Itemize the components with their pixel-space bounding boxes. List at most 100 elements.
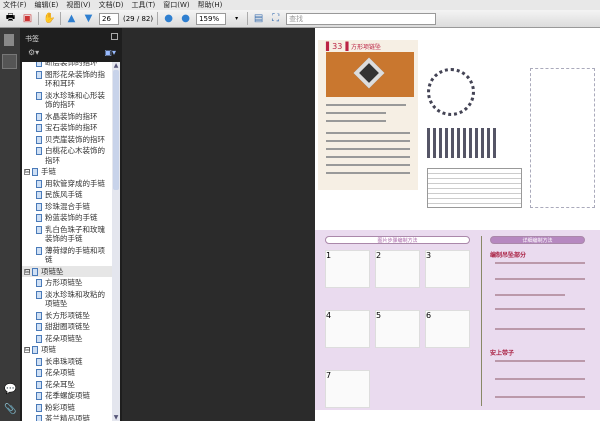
bookmark-item[interactable]: ⊟ 手链 — [22, 166, 112, 178]
bookmark-label: 淡水珍珠和攻粘的项链坠 — [45, 289, 105, 309]
bookmark-icon — [36, 112, 42, 121]
step-number: 2 — [376, 251, 382, 260]
menu-tools[interactable]: 工具(T) — [132, 0, 156, 10]
options-gear-icon[interactable]: ⚙▾ — [28, 48, 39, 57]
pages-icon[interactable] — [4, 34, 14, 46]
bookmark-label: 民族风手链 — [45, 190, 83, 199]
item-card: ▌33▐ 方形项链坠 — [318, 40, 418, 190]
menu-document[interactable]: 文档(D) — [99, 0, 124, 10]
menu-edit[interactable]: 编辑(E) — [35, 0, 59, 10]
bookmark-item[interactable]: 花朵项链坠 — [22, 333, 112, 345]
bookmark-item[interactable]: 茶兰精品项链 — [22, 413, 112, 421]
bookmark-label: 茶兰精品项链 — [45, 414, 90, 421]
bookmark-item[interactable]: 粉蓝装饰的手链 — [22, 212, 112, 224]
bookmarks-icon[interactable] — [2, 54, 17, 69]
bookmark-label: 断层装饰的指环 — [45, 62, 98, 67]
menu-help[interactable]: 帮助(H) — [198, 0, 223, 10]
zoom-out-icon[interactable]: ● — [162, 12, 175, 25]
collapse-toggle[interactable]: ⊟ — [24, 169, 30, 175]
bookmark-label: 花季螺旋项链 — [45, 391, 90, 400]
bookmark-item[interactable]: 长串珠项链 — [22, 356, 112, 368]
bookmark-item[interactable]: 贝壳崖装饰的指环 — [22, 134, 112, 146]
bookmark-item[interactable]: ⊟ 项链坠 — [22, 265, 112, 277]
bookmark-tree: 断层装饰的指环图形花朵装饰的指环和耳环 淡水珍珠和心形装饰的指环 水晶装饰的指环 宝石… — [22, 62, 112, 421]
bookmark-item[interactable]: 淡水珍珠和心形装饰的指环 — [22, 90, 112, 111]
item-title: 方形项链坠 — [351, 44, 382, 51]
page-number-input[interactable]: 26 — [99, 12, 119, 25]
scroll-thumb[interactable] — [113, 70, 119, 190]
bookmark-item[interactable]: 花朵项链 — [22, 367, 112, 379]
document-page: ▌33▐ 方形项链坠 图片步骤编制方法 详细编制方法 1 2 3 4 5 6 7… — [315, 28, 600, 421]
bookmark-item[interactable]: 花季螺旋项链 — [22, 390, 112, 402]
divider — [157, 12, 159, 25]
bookmark-icon — [36, 202, 42, 211]
bookmark-item[interactable]: 薄荷绿的手链和项链 — [22, 245, 112, 266]
panel-close-button[interactable] — [111, 33, 118, 40]
bookmark-icon — [36, 290, 42, 299]
section-right-title: 详细编制方法 — [490, 236, 585, 244]
menu-window[interactable]: 窗口(W) — [163, 0, 189, 10]
attachments-icon[interactable]: 📎 — [4, 404, 16, 415]
scrollbar[interactable]: ▲ ▼ — [112, 62, 120, 421]
bookmark-icon — [36, 70, 42, 79]
bookmark-label: 手链 — [41, 167, 56, 176]
step-number: 7 — [326, 371, 332, 380]
item-number: 33 — [332, 42, 343, 51]
bookmark-item[interactable]: 民族风手链 — [22, 189, 112, 201]
bookmark-item[interactable]: ⊟ 项链 — [22, 344, 112, 356]
bookmark-icon — [36, 246, 42, 255]
bookmark-item[interactable]: 长方形项链坠 — [22, 310, 112, 322]
bookmark-label: 水晶装饰的指环 — [45, 111, 98, 121]
bookmark-item[interactable]: 粉彩项链 — [22, 402, 112, 414]
pendant-photo — [326, 52, 414, 97]
page-count: (29 / 82) — [123, 14, 154, 23]
fullscreen-icon[interactable]: ⛶ — [269, 12, 282, 25]
hand-tool-icon[interactable]: ✋ — [43, 12, 56, 25]
bookmark-icon — [36, 334, 42, 343]
bookmark-label: 白桃花心木装饰的指环 — [45, 146, 105, 165]
print-icon[interactable]: 🖶 — [4, 12, 17, 25]
comments-icon[interactable]: 💬 — [4, 384, 16, 395]
bookmark-label: 薄荷绿的手链和项链 — [45, 245, 105, 265]
bookmark-item[interactable]: 乳白色珠子和玫瑰装饰的手链 — [22, 224, 112, 245]
bookmark-item[interactable]: 淡水珍珠和攻粘的项链坠 — [22, 289, 112, 310]
heading-make-pendant: 编制吊坠部分 — [490, 252, 527, 259]
step-number: 1 — [326, 251, 332, 260]
bookmark-item[interactable]: 图形花朵装饰的指环和耳环 — [22, 69, 112, 90]
bookmark-item[interactable]: 用软管穿成的手链 — [22, 178, 112, 190]
search-input[interactable]: 查找 — [286, 12, 437, 25]
chevron-down-icon[interactable]: ▾ — [230, 12, 243, 25]
bookmark-label: 甜甜圈项链坠 — [45, 322, 90, 331]
navigation-strip: 💬 📎 — [0, 28, 20, 421]
bookmark-item[interactable]: 花朵耳坠 — [22, 379, 112, 391]
zoom-in-icon[interactable]: ● — [179, 12, 192, 25]
bookmark-options-icon[interactable]: ▣▾ — [104, 48, 116, 57]
collapse-toggle[interactable]: ⊟ — [24, 268, 30, 275]
zoom-select[interactable]: 159% — [196, 12, 227, 25]
bookmark-icon — [36, 392, 42, 400]
bookmark-item[interactable]: 白桃花心木装饰的指环 — [22, 145, 112, 166]
bookmark-item[interactable]: 珍珠混合手链 — [22, 201, 112, 213]
bookmark-label: 图形花朵装饰的指环和耳环 — [45, 69, 105, 89]
create-pdf-icon[interactable]: ▣ — [21, 12, 34, 25]
menu-view[interactable]: 视图(V) — [66, 0, 90, 10]
bookmark-label: 宝石装饰的指环 — [45, 123, 98, 132]
fit-page-icon[interactable]: ▤ — [252, 12, 265, 25]
scroll-down-icon[interactable]: ▼ — [112, 414, 120, 421]
bookmark-icon — [36, 357, 42, 366]
bookmark-icon — [32, 346, 38, 354]
bookmark-label: 淡水珍珠和心形装饰的指环 — [45, 90, 105, 110]
bookmark-item[interactable]: 水晶装饰的指环 — [22, 111, 112, 123]
next-page-icon[interactable]: ▼ — [82, 12, 95, 25]
bookmark-label: 花朵耳坠 — [45, 379, 75, 389]
scroll-up-icon[interactable]: ▲ — [112, 62, 120, 70]
bookmark-item[interactable]: 宝石装饰的指环 — [22, 122, 112, 134]
menu-file[interactable]: 文件(F) — [3, 0, 27, 10]
bookmark-label: 粉蓝装饰的手链 — [45, 213, 98, 222]
bookmark-label: 用软管穿成的手链 — [45, 178, 105, 188]
bookmark-item[interactable]: 甜甜圈项链坠 — [22, 321, 112, 333]
collapse-toggle[interactable]: ⊟ — [24, 347, 30, 353]
bookmark-label: 花朵项链 — [45, 368, 75, 377]
bookmark-item[interactable]: 方形项链坠 — [22, 277, 112, 289]
prev-page-icon[interactable]: ▲ — [65, 12, 78, 25]
